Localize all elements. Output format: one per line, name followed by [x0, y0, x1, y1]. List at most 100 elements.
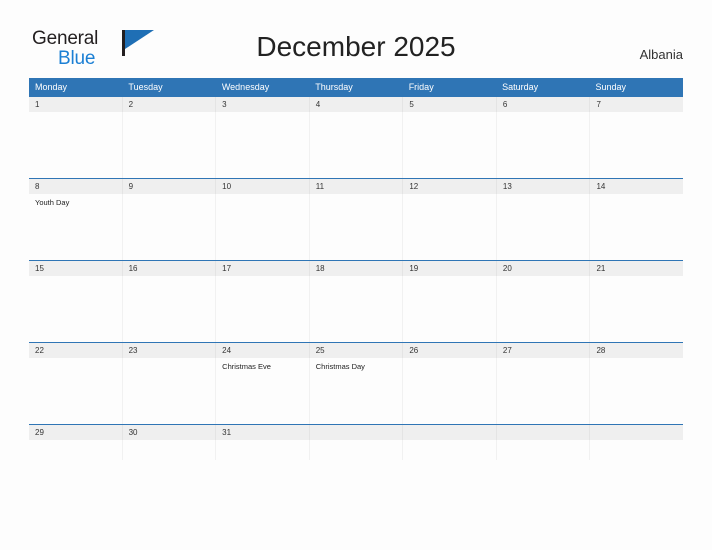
weekday-header-wednesday: Wednesday — [221, 82, 270, 92]
day-cell[interactable] — [29, 276, 122, 342]
day-cell[interactable] — [121, 276, 216, 342]
day-number — [589, 425, 683, 440]
calendar-grid: Monday Tuesday Wednesday Thursday Friday… — [29, 78, 683, 460]
weekday-header-thursday: Thursday — [315, 82, 353, 92]
event-label: Youth Day — [35, 198, 70, 207]
day-cell — [402, 440, 496, 460]
weekday-header-friday: Friday — [408, 82, 434, 92]
day-cell[interactable] — [402, 194, 496, 260]
calendar-week-row: 29 30 31 — [29, 424, 683, 460]
day-number[interactable]: 2 — [121, 97, 216, 112]
week-body — [29, 112, 683, 178]
day-number[interactable]: 6 — [495, 97, 590, 112]
page-title: December 2025 — [256, 31, 456, 62]
day-cell[interactable] — [215, 194, 309, 260]
day-cell[interactable] — [589, 112, 683, 178]
day-cell — [495, 440, 590, 460]
week-body: Christmas Eve Christmas Day — [29, 358, 683, 424]
weekday-header-tuesday: Tuesday — [128, 82, 163, 92]
day-cell[interactable] — [215, 440, 309, 460]
week-date-band: 1 2 3 4 5 6 7 — [29, 97, 683, 112]
day-number[interactable]: 19 — [402, 261, 496, 276]
day-cell — [589, 440, 683, 460]
week-date-band: 15 16 17 18 19 20 21 — [29, 261, 683, 276]
event-label: Christmas Day — [315, 362, 365, 371]
weekday-header-saturday: Saturday — [502, 82, 539, 92]
day-cell[interactable]: Christmas Day — [308, 358, 403, 424]
event-label: Christmas Eve — [222, 362, 271, 371]
day-number[interactable]: 27 — [495, 343, 590, 358]
day-cell[interactable] — [402, 276, 496, 342]
day-number[interactable]: 10 — [215, 179, 309, 194]
weekday-header-row: Monday Tuesday Wednesday Thursday Friday… — [29, 78, 683, 96]
day-number[interactable]: 23 — [121, 343, 216, 358]
calendar-week-row: 8 9 10 11 12 13 14 Youth Day — [29, 178, 683, 260]
day-number[interactable]: 4 — [308, 97, 403, 112]
day-cell[interactable] — [215, 112, 309, 178]
day-number[interactable]: 9 — [121, 179, 216, 194]
day-number — [402, 425, 496, 440]
page-header: General Blue December 2025 Albania — [0, 0, 712, 78]
day-number[interactable]: 8 — [29, 179, 122, 194]
day-number[interactable]: 28 — [589, 343, 683, 358]
day-number[interactable]: 18 — [308, 261, 403, 276]
day-number[interactable]: 31 — [215, 425, 309, 440]
day-number[interactable]: 11 — [308, 179, 403, 194]
day-cell[interactable] — [495, 276, 590, 342]
day-number[interactable]: 7 — [589, 97, 683, 112]
day-cell[interactable] — [402, 358, 496, 424]
day-number[interactable]: 5 — [402, 97, 496, 112]
day-number[interactable]: 16 — [121, 261, 216, 276]
day-cell[interactable] — [29, 112, 122, 178]
day-cell[interactable] — [495, 358, 590, 424]
country-label: Albania — [639, 47, 683, 62]
day-cell[interactable] — [121, 440, 216, 460]
week-body: Youth Day — [29, 194, 683, 260]
day-number[interactable]: 24 — [215, 343, 309, 358]
day-number[interactable]: 12 — [402, 179, 496, 194]
day-cell[interactable]: Christmas Eve — [215, 358, 309, 424]
week-body — [29, 440, 683, 460]
day-number[interactable]: 1 — [29, 97, 122, 112]
day-cell[interactable] — [29, 440, 122, 460]
day-cell[interactable] — [589, 358, 683, 424]
day-cell[interactable] — [495, 194, 590, 260]
day-cell[interactable] — [308, 276, 403, 342]
calendar-week-row: 22 23 24 25 26 27 28 Christmas Eve Chris… — [29, 342, 683, 424]
day-number[interactable]: 14 — [589, 179, 683, 194]
day-cell[interactable] — [308, 112, 403, 178]
day-number[interactable]: 22 — [29, 343, 122, 358]
week-body — [29, 276, 683, 342]
day-number[interactable]: 29 — [29, 425, 122, 440]
week-date-band: 22 23 24 25 26 27 28 — [29, 343, 683, 358]
day-cell[interactable] — [215, 276, 309, 342]
day-cell[interactable]: Youth Day — [29, 194, 122, 260]
day-number — [308, 425, 403, 440]
day-number[interactable]: 26 — [402, 343, 496, 358]
day-number[interactable]: 13 — [495, 179, 590, 194]
day-cell[interactable] — [308, 194, 403, 260]
day-cell[interactable] — [121, 358, 216, 424]
day-cell[interactable] — [589, 194, 683, 260]
week-date-band: 8 9 10 11 12 13 14 — [29, 179, 683, 194]
weekday-header-sunday: Sunday — [595, 82, 627, 92]
calendar-week-row: 15 16 17 18 19 20 21 — [29, 260, 683, 342]
day-cell[interactable] — [495, 112, 590, 178]
calendar-week-row: 1 2 3 4 5 6 7 — [29, 96, 683, 178]
day-number — [495, 425, 590, 440]
day-cell[interactable] — [589, 276, 683, 342]
day-number[interactable]: 3 — [215, 97, 309, 112]
day-cell[interactable] — [121, 194, 216, 260]
day-cell[interactable] — [402, 112, 496, 178]
day-number[interactable]: 17 — [215, 261, 309, 276]
day-cell[interactable] — [29, 358, 122, 424]
day-number[interactable]: 25 — [308, 343, 403, 358]
calendar-page: General Blue December 2025 Albania Monda… — [0, 0, 712, 550]
week-date-band: 29 30 31 — [29, 425, 683, 440]
day-number[interactable]: 15 — [29, 261, 122, 276]
day-number[interactable]: 20 — [495, 261, 590, 276]
day-number[interactable]: 30 — [121, 425, 216, 440]
day-number[interactable]: 21 — [589, 261, 683, 276]
weekday-header-monday: Monday — [35, 82, 68, 92]
day-cell[interactable] — [121, 112, 216, 178]
